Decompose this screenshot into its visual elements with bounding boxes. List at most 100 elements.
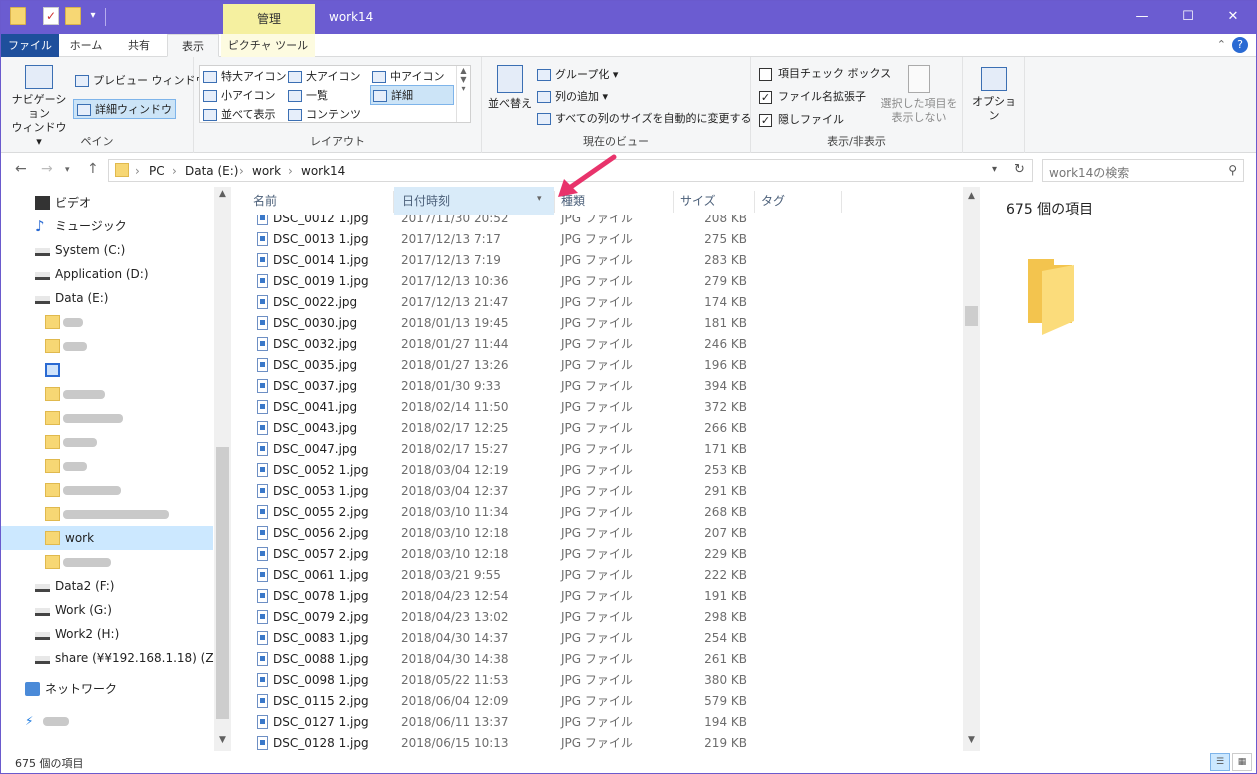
file-row[interactable]: DSC_0128 1.jpg 2018/06/15 10:13 JPG ファイル 21… <box>231 733 966 751</box>
forward-icon[interactable]: → <box>41 161 53 177</box>
nav-item[interactable]: Data2 (F:) <box>1 574 213 598</box>
recent-chevron-down-icon[interactable]: ▾ <box>65 165 70 175</box>
large-icons-view-button[interactable]: ▦ <box>1232 753 1252 771</box>
file-row[interactable]: DSC_0030.jpg 2018/01/13 19:45 JPG ファイル 181 … <box>231 313 966 334</box>
column-size[interactable]: サイズ <box>674 187 754 215</box>
layout-tiles[interactable]: 並べて表示 <box>203 106 276 122</box>
address-chevron-down-icon[interactable]: ▾ <box>992 164 997 175</box>
nav-item[interactable] <box>1 382 213 406</box>
layout-extra-large-icons[interactable]: 特大アイコン <box>203 68 286 84</box>
file-extensions-toggle[interactable]: ✓ ファイル名拡張子 <box>759 88 866 104</box>
nav-item[interactable] <box>1 358 213 382</box>
column-tags[interactable]: タグ <box>755 187 841 215</box>
qat-chevron-down-icon[interactable]: ▾ <box>85 7 101 25</box>
file-row[interactable]: DSC_0012 1.jpg 2017/11/30 20:52 JPG ファイル 20… <box>231 215 966 229</box>
file-row[interactable]: DSC_0032.jpg 2018/01/27 11:44 JPG ファイル 246 … <box>231 334 966 355</box>
layout-content[interactable]: コンテンツ <box>288 106 361 122</box>
tab-home[interactable]: ホーム <box>61 34 111 57</box>
nav-item[interactable]: share (¥¥192.168.1.18) (Z:) <box>1 646 222 670</box>
layout-small-icons[interactable]: 小アイコン <box>203 87 275 103</box>
file-row[interactable]: DSC_0037.jpg 2018/01/30 9:33 JPG ファイル 394 K… <box>231 376 966 397</box>
close-button[interactable]: ✕ <box>1210 1 1256 32</box>
nav-scroll-thumb[interactable] <box>216 447 229 719</box>
layout-medium-icons[interactable]: 中アイコン <box>372 68 444 84</box>
column-date-time[interactable]: 日付時刻 <box>394 187 554 215</box>
breadcrumb-work[interactable]: work <box>252 164 281 178</box>
column-filter-chevron-down-icon[interactable]: ▾ <box>537 194 542 204</box>
new-folder-icon[interactable] <box>65 7 81 25</box>
file-row[interactable]: DSC_0079 2.jpg 2018/04/23 13:02 JPG ファイル 29… <box>231 607 966 628</box>
refresh-icon[interactable]: ↻ <box>1014 162 1025 177</box>
nav-item[interactable] <box>1 430 213 454</box>
hidden-items-toggle[interactable]: ✓ 隠しファイル <box>759 111 844 127</box>
preview-pane-button[interactable]: プレビュー ウィンドウ <box>75 72 207 88</box>
nav-item[interactable]: ⚡ <box>1 709 213 733</box>
layout-gallery-scroll[interactable]: ▲ ▼ ▾ <box>456 66 470 122</box>
search-icon[interactable]: ⚲ <box>1228 163 1237 177</box>
file-row[interactable]: DSC_0035.jpg 2018/01/27 13:26 JPG ファイル 196 … <box>231 355 966 376</box>
nav-item[interactable]: Work2 (H:) <box>1 622 213 646</box>
file-extensions-checkbox[interactable]: ✓ <box>759 90 772 104</box>
nav-item[interactable]: ♪ ミュージック <box>1 214 213 238</box>
up-icon[interactable]: ↑ <box>87 161 99 177</box>
list-scroll-thumb[interactable] <box>965 306 978 326</box>
file-row[interactable]: DSC_0022.jpg 2017/12/13 21:47 JPG ファイル 174 … <box>231 292 966 313</box>
sort-button[interactable]: 並べ替え <box>486 65 534 111</box>
nav-item[interactable]: Work (G:) <box>1 598 213 622</box>
nav-item[interactable] <box>1 406 213 430</box>
file-row[interactable]: DSC_0019 1.jpg 2017/12/13 10:36 JPG ファイル 27… <box>231 271 966 292</box>
file-row[interactable]: DSC_0055 2.jpg 2018/03/10 11:34 JPG ファイル 26… <box>231 502 966 523</box>
file-row[interactable]: DSC_0041.jpg 2018/02/14 11:50 JPG ファイル 372 … <box>231 397 966 418</box>
context-tab-manage[interactable]: 管理 <box>223 4 315 34</box>
layout-large-icons[interactable]: 大アイコン <box>288 68 360 84</box>
minimize-button[interactable]: — <box>1119 1 1165 32</box>
group-by-button[interactable]: グループ化 ▾ <box>537 66 618 82</box>
add-columns-button[interactable]: 列の追加 ▾ <box>537 88 608 104</box>
back-icon[interactable]: ← <box>15 161 27 177</box>
maximize-button[interactable]: ☐ <box>1165 1 1211 32</box>
breadcrumb-separator-icon[interactable]: › <box>135 164 140 178</box>
search-input[interactable]: work14の検索 ⚲ <box>1042 159 1244 182</box>
nav-scroll-up-icon[interactable]: ▲ <box>214 189 231 199</box>
file-row[interactable]: DSC_0047.jpg 2018/02/17 15:27 JPG ファイル 171 … <box>231 439 966 460</box>
list-scroll-up-icon[interactable]: ▲ <box>963 191 980 201</box>
nav-item[interactable]: ネットワーク <box>1 677 213 701</box>
nav-item[interactable]: ビデオ <box>1 191 213 215</box>
nav-item[interactable] <box>1 334 213 358</box>
tab-picture-tools[interactable]: ピクチャ ツール <box>221 34 315 57</box>
file-row[interactable]: DSC_0056 2.jpg 2018/03/10 12:18 JPG ファイル 20… <box>231 523 966 544</box>
file-row[interactable]: DSC_0043.jpg 2018/02/17 12:25 JPG ファイル 266 … <box>231 418 966 439</box>
breadcrumb-data-e[interactable]: Data (E:) <box>185 164 238 178</box>
file-row[interactable]: DSC_0083 1.jpg 2018/04/30 14:37 JPG ファイル 25… <box>231 628 966 649</box>
file-row[interactable]: DSC_0061 1.jpg 2018/03/21 9:55 JPG ファイル 222… <box>231 565 966 586</box>
file-row[interactable]: DSC_0127 1.jpg 2018/06/11 13:37 JPG ファイル 19… <box>231 712 966 733</box>
collapse-ribbon-icon[interactable]: ⌃ <box>1217 38 1226 51</box>
file-row[interactable]: DSC_0052 1.jpg 2018/03/04 12:19 JPG ファイル 25… <box>231 460 966 481</box>
column-name[interactable]: 名前 <box>231 187 393 215</box>
nav-item[interactable] <box>1 550 213 574</box>
layout-list[interactable]: 一覧 <box>288 87 328 103</box>
nav-item[interactable]: Application (D:) <box>1 262 213 286</box>
tab-file[interactable]: ファイル <box>1 34 59 57</box>
file-row[interactable]: DSC_0098 1.jpg 2018/05/22 11:53 JPG ファイル 38… <box>231 670 966 691</box>
item-checkboxes-toggle[interactable]: 項目チェック ボックス <box>759 65 891 81</box>
layout-details[interactable]: 詳細 <box>370 85 454 105</box>
file-row[interactable]: DSC_0078 1.jpg 2018/04/23 12:54 JPG ファイル 19… <box>231 586 966 607</box>
options-button[interactable]: オプション <box>967 67 1021 123</box>
breadcrumb-separator-icon[interactable]: › <box>172 164 177 178</box>
item-checkboxes-checkbox[interactable] <box>759 67 772 81</box>
nav-scroll-down-icon[interactable]: ▼ <box>214 735 231 745</box>
list-scrollbar[interactable]: ▲ ▼ <box>963 187 980 751</box>
nav-item[interactable] <box>1 454 213 478</box>
nav-item[interactable]: work <box>1 526 213 550</box>
help-icon[interactable]: ? <box>1232 37 1248 53</box>
file-row[interactable]: DSC_0088 1.jpg 2018/04/30 14:38 JPG ファイル 26… <box>231 649 966 670</box>
hidden-items-checkbox[interactable]: ✓ <box>759 113 772 127</box>
file-row[interactable]: DSC_0057 2.jpg 2018/03/10 12:18 JPG ファイル 22… <box>231 544 966 565</box>
file-row[interactable]: DSC_0014 1.jpg 2017/12/13 7:19 JPG ファイル 283… <box>231 250 966 271</box>
file-row[interactable]: DSC_0053 1.jpg 2018/03/04 12:37 JPG ファイル 29… <box>231 481 966 502</box>
tab-share[interactable]: 共有 <box>113 34 165 57</box>
column-divider[interactable] <box>841 191 842 213</box>
nav-item[interactable] <box>1 310 213 334</box>
breadcrumb-work14[interactable]: work14 <box>301 164 345 178</box>
